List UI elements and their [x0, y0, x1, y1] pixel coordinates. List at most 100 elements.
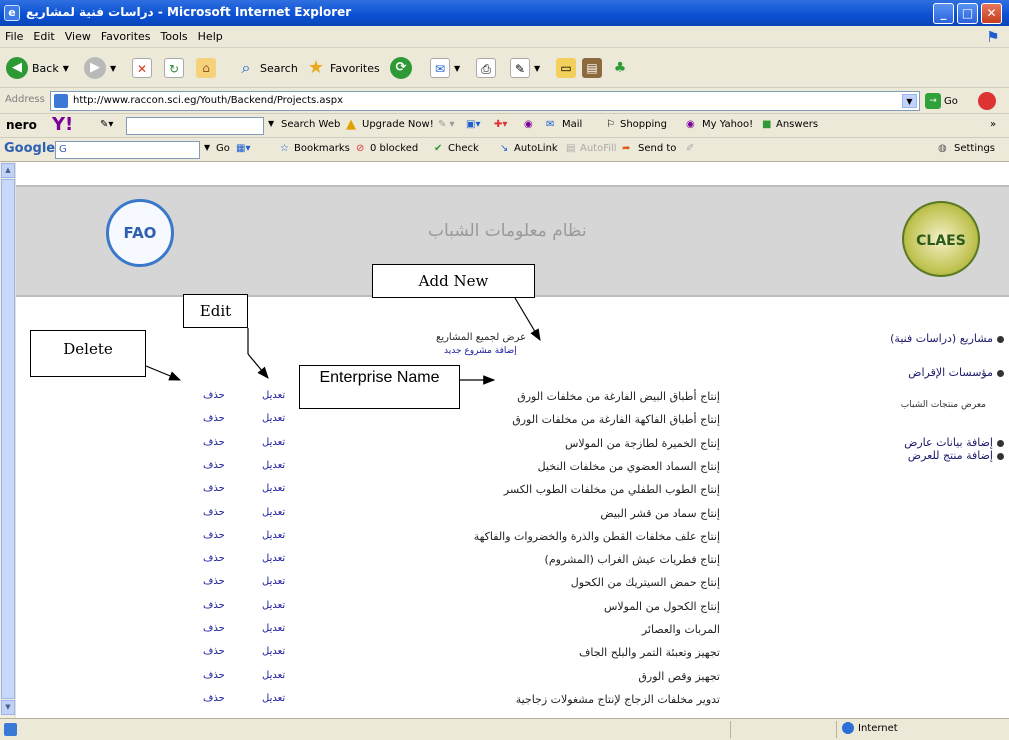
delete-link[interactable]: حذف — [203, 460, 225, 471]
shopping-button[interactable]: Shopping — [620, 119, 667, 130]
sidebar-item-projects[interactable]: مشاريع (دراسات فنية) — [834, 332, 1004, 345]
search-web-button[interactable]: Search Web — [281, 119, 340, 130]
chevron-down-icon[interactable]: ▼ — [902, 94, 917, 108]
yahoo-search-input[interactable] — [126, 117, 264, 135]
delete-link[interactable]: حذف — [203, 576, 225, 587]
delete-link[interactable]: حذف — [203, 507, 225, 518]
messenger-button[interactable]: ♣ — [610, 56, 630, 80]
scroll-thumb[interactable] — [1, 179, 15, 699]
edit-link[interactable]: تعديل — [262, 413, 285, 424]
highlight-icon[interactable]: ✐ — [686, 143, 694, 154]
check-button[interactable]: Check — [448, 143, 479, 154]
autolink-button[interactable]: AutoLink — [514, 143, 558, 154]
google-search-input[interactable]: G — [55, 141, 200, 159]
chevron-down-icon[interactable]: ▼ — [204, 143, 210, 152]
settings-button[interactable]: Settings — [954, 143, 995, 154]
edit-link[interactable]: تعديل — [262, 530, 285, 541]
back-label: Back — [32, 61, 59, 75]
google-logo[interactable]: Google — [4, 141, 55, 156]
chevron-right-icon[interactable]: » — [990, 119, 996, 130]
menu-view[interactable]: View — [60, 26, 96, 43]
add-new-project-link[interactable]: إضافة مشروع جديد — [444, 346, 517, 356]
menu-tools[interactable]: Tools — [156, 26, 193, 43]
delete-link[interactable]: حذف — [203, 693, 225, 704]
google-go-button[interactable]: Go — [216, 143, 230, 154]
pencil-icon[interactable]: ✎▾ — [100, 119, 113, 130]
menu-file[interactable]: File — [0, 26, 28, 43]
edit-page-button[interactable]: ✎ ▼ — [510, 56, 540, 80]
delete-link[interactable]: حذف — [203, 390, 225, 401]
minimize-button[interactable]: _ — [933, 3, 954, 24]
forward-button[interactable]: ▶ ▼ — [84, 56, 116, 80]
edit-link[interactable]: تعديل — [262, 483, 285, 494]
edit-link[interactable]: تعديل — [262, 553, 285, 564]
favorites-button[interactable]: ★ Favorites — [306, 56, 380, 80]
menu-help[interactable]: Help — [193, 26, 228, 43]
title-bar: e دراسات فنية لمشاريع - Microsoft Intern… — [0, 0, 1009, 26]
sidebar-item-youth-products[interactable]: معرض منتجات الشباب — [834, 400, 986, 410]
delete-link[interactable]: حذف — [203, 600, 225, 611]
edit-link[interactable]: تعديل — [262, 623, 285, 634]
delete-link[interactable]: حذف — [203, 530, 225, 541]
scroll-down-icon[interactable]: ▼ — [1, 700, 15, 715]
enterprise-name-callout: Enterprise Name — [299, 365, 460, 409]
edit-link[interactable]: تعديل — [262, 437, 285, 448]
my-yahoo-button[interactable]: My Yahoo! — [702, 119, 753, 130]
search-button[interactable]: ⌕ Search — [236, 56, 298, 80]
edit-link[interactable]: تعديل — [262, 576, 285, 587]
delete-link[interactable]: حذف — [203, 553, 225, 564]
go-button[interactable]: → Go — [925, 93, 958, 109]
delete-link[interactable]: حذف — [203, 483, 225, 494]
pencil-icon[interactable]: ✎ ▾ — [438, 119, 455, 130]
scroll-up-icon[interactable]: ▲ — [1, 163, 15, 178]
yahoo-circle-icon[interactable]: ◉ — [524, 119, 533, 130]
edit-link[interactable]: تعديل — [262, 646, 285, 657]
popup-blocked-count[interactable]: 0 blocked — [370, 143, 418, 154]
answers-button[interactable]: Answers — [776, 119, 818, 130]
delete-link[interactable]: حذف — [203, 623, 225, 634]
edit-link[interactable]: تعديل — [262, 390, 285, 401]
sidebar-item-add-product[interactable]: إضافة منتج للعرض — [834, 449, 1004, 462]
back-button[interactable]: ◀ Back ▼ — [6, 56, 69, 80]
autofill-button[interactable]: AutoFill — [580, 143, 617, 154]
status-divider — [730, 721, 731, 738]
sidebar-item-add-exhibitor[interactable]: إضافة بيانات عارض — [834, 436, 1004, 449]
mail-button[interactable]: Mail — [562, 119, 582, 130]
bookmarks-button[interactable]: Bookmarks — [294, 143, 350, 154]
chevron-down-icon[interactable]: ▼ — [268, 119, 274, 128]
research-button[interactable]: ▤ — [582, 56, 602, 80]
ie-icon[interactable]: e — [4, 5, 20, 21]
window-icon[interactable]: ▣▾ — [466, 119, 480, 130]
edit-link[interactable]: تعديل — [262, 693, 285, 704]
close-button[interactable]: ✕ — [981, 3, 1002, 24]
vertical-scrollbar[interactable]: ▲ ▼ — [0, 162, 16, 718]
home-button[interactable]: ⌂ — [196, 56, 216, 80]
upgrade-button[interactable]: Upgrade Now! — [362, 119, 434, 130]
edit-link[interactable]: تعديل — [262, 600, 285, 611]
extension-icon[interactable] — [978, 92, 996, 110]
search-icon: ⌕ — [241, 58, 251, 77]
edit-link[interactable]: تعديل — [262, 460, 285, 471]
print-button[interactable]: ⎙ — [476, 56, 496, 80]
yahoo-logo-icon[interactable]: Y! — [52, 114, 73, 135]
delete-link[interactable]: حذف — [203, 437, 225, 448]
menu-edit[interactable]: Edit — [28, 26, 59, 43]
nero-logo[interactable]: nero — [6, 118, 37, 132]
refresh-button[interactable]: ↻ — [164, 56, 184, 80]
edit-link[interactable]: تعديل — [262, 670, 285, 681]
menu-favorites[interactable]: Favorites — [96, 26, 156, 43]
sidebar-item-lending-institutions[interactable]: مؤسسات الإقراض — [834, 366, 1004, 379]
mail-button[interactable]: ✉ ▼ — [430, 56, 460, 80]
stop-button[interactable]: ✕ — [132, 56, 152, 80]
maximize-button[interactable]: □ — [957, 3, 978, 24]
plus-icon[interactable]: ✚▾ — [494, 119, 507, 130]
send-to-button[interactable]: Send to — [638, 143, 676, 154]
address-input[interactable]: http://www.raccon.sci.eg/Youth/Backend/P… — [50, 91, 920, 111]
delete-link[interactable]: حذف — [203, 670, 225, 681]
history-button[interactable]: ⟳ — [390, 56, 412, 80]
folder-button[interactable]: ▭ — [556, 56, 576, 80]
edit-link[interactable]: تعديل — [262, 507, 285, 518]
delete-link[interactable]: حذف — [203, 413, 225, 424]
delete-link[interactable]: حذف — [203, 646, 225, 657]
google-news-icon[interactable]: ▦▾ — [236, 143, 250, 154]
